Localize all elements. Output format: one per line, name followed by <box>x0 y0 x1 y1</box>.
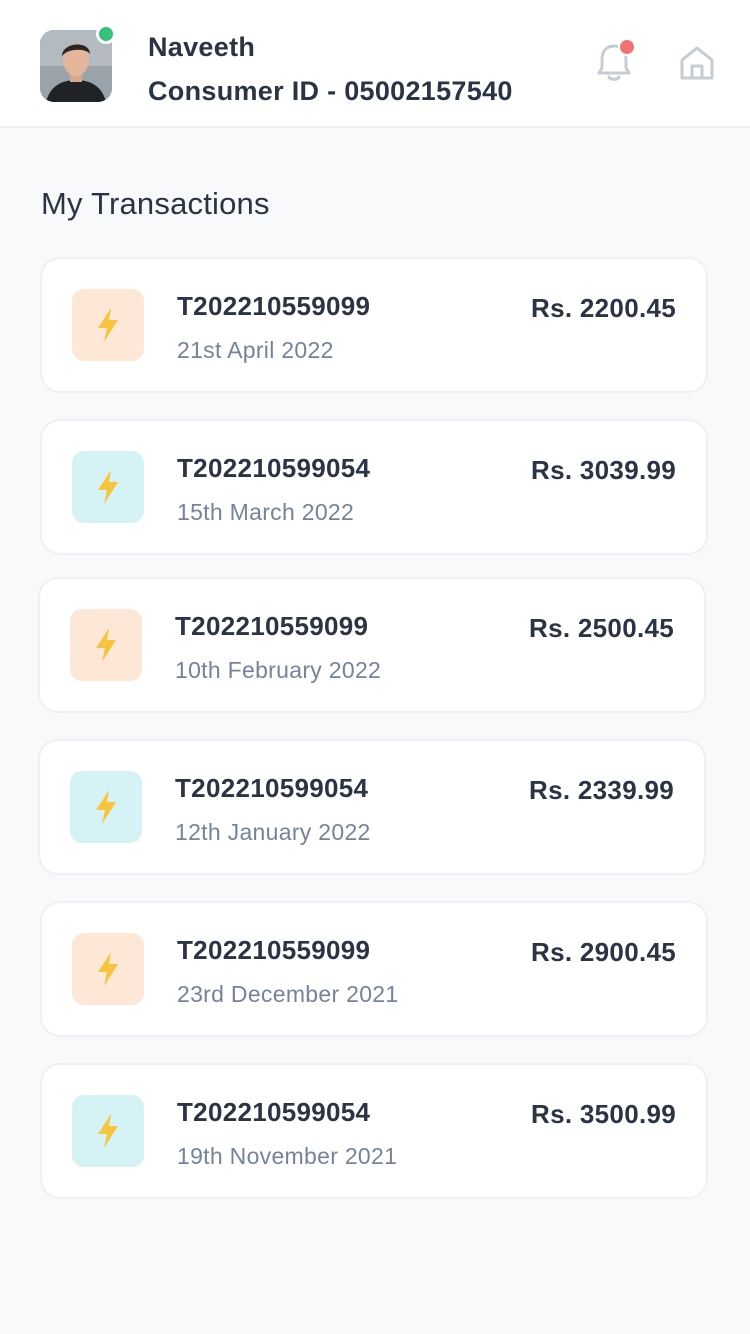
notification-badge <box>618 38 636 56</box>
transaction-amount: Rs. 3039.99 <box>531 455 676 485</box>
transaction-amount: Rs. 2900.45 <box>531 937 676 967</box>
transaction-card[interactable]: T202210559099 21st April 2022 Rs. 2200.4… <box>40 257 708 393</box>
section-title: My Transactions <box>41 186 270 221</box>
transaction-date: 23rd December 2021 <box>177 981 399 1007</box>
transaction-amount: Rs. 2200.45 <box>531 293 676 323</box>
avatar[interactable] <box>40 24 116 102</box>
lightning-icon <box>72 933 144 1005</box>
lightning-icon <box>70 609 142 681</box>
transaction-card[interactable]: T202210559099 10th February 2022 Rs. 250… <box>38 577 706 713</box>
transaction-card[interactable]: T202210599054 19th November 2021 Rs. 350… <box>40 1063 708 1199</box>
online-status-dot <box>96 24 116 44</box>
transaction-date: 19th November 2021 <box>177 1143 398 1169</box>
transaction-id: T202210599054 <box>175 773 369 803</box>
home-icon[interactable] <box>678 44 716 82</box>
transaction-id: T202210559099 <box>175 611 369 641</box>
transaction-id: T202210559099 <box>177 935 371 965</box>
transaction-id: T202210599054 <box>177 453 371 483</box>
transaction-date: 12th January 2022 <box>175 819 371 845</box>
lightning-icon <box>70 771 142 843</box>
transaction-date: 21st April 2022 <box>177 337 334 363</box>
transaction-id: T202210599054 <box>177 1097 371 1127</box>
transaction-amount: Rs. 3500.99 <box>531 1099 676 1129</box>
transaction-amount: Rs. 2500.45 <box>529 613 674 643</box>
consumer-id: Consumer ID - 05002157540 <box>148 76 513 106</box>
transaction-date: 15th March 2022 <box>177 499 355 525</box>
lightning-icon <box>72 289 144 361</box>
app-header: Naveeth Consumer ID - 05002157540 <box>0 0 750 128</box>
lightning-icon <box>72 1095 144 1167</box>
transaction-card[interactable]: T202210599054 12th January 2022 Rs. 2339… <box>38 739 706 875</box>
transaction-id: T202210559099 <box>177 291 371 321</box>
transaction-card[interactable]: T202210559099 23rd December 2021 Rs. 290… <box>40 901 708 1037</box>
transaction-date: 10th February 2022 <box>175 657 382 683</box>
transaction-amount: Rs. 2339.99 <box>529 775 674 805</box>
lightning-icon <box>72 451 144 523</box>
user-name: Naveeth <box>148 32 256 62</box>
transaction-card[interactable]: T202210599054 15th March 2022 Rs. 3039.9… <box>40 419 708 555</box>
